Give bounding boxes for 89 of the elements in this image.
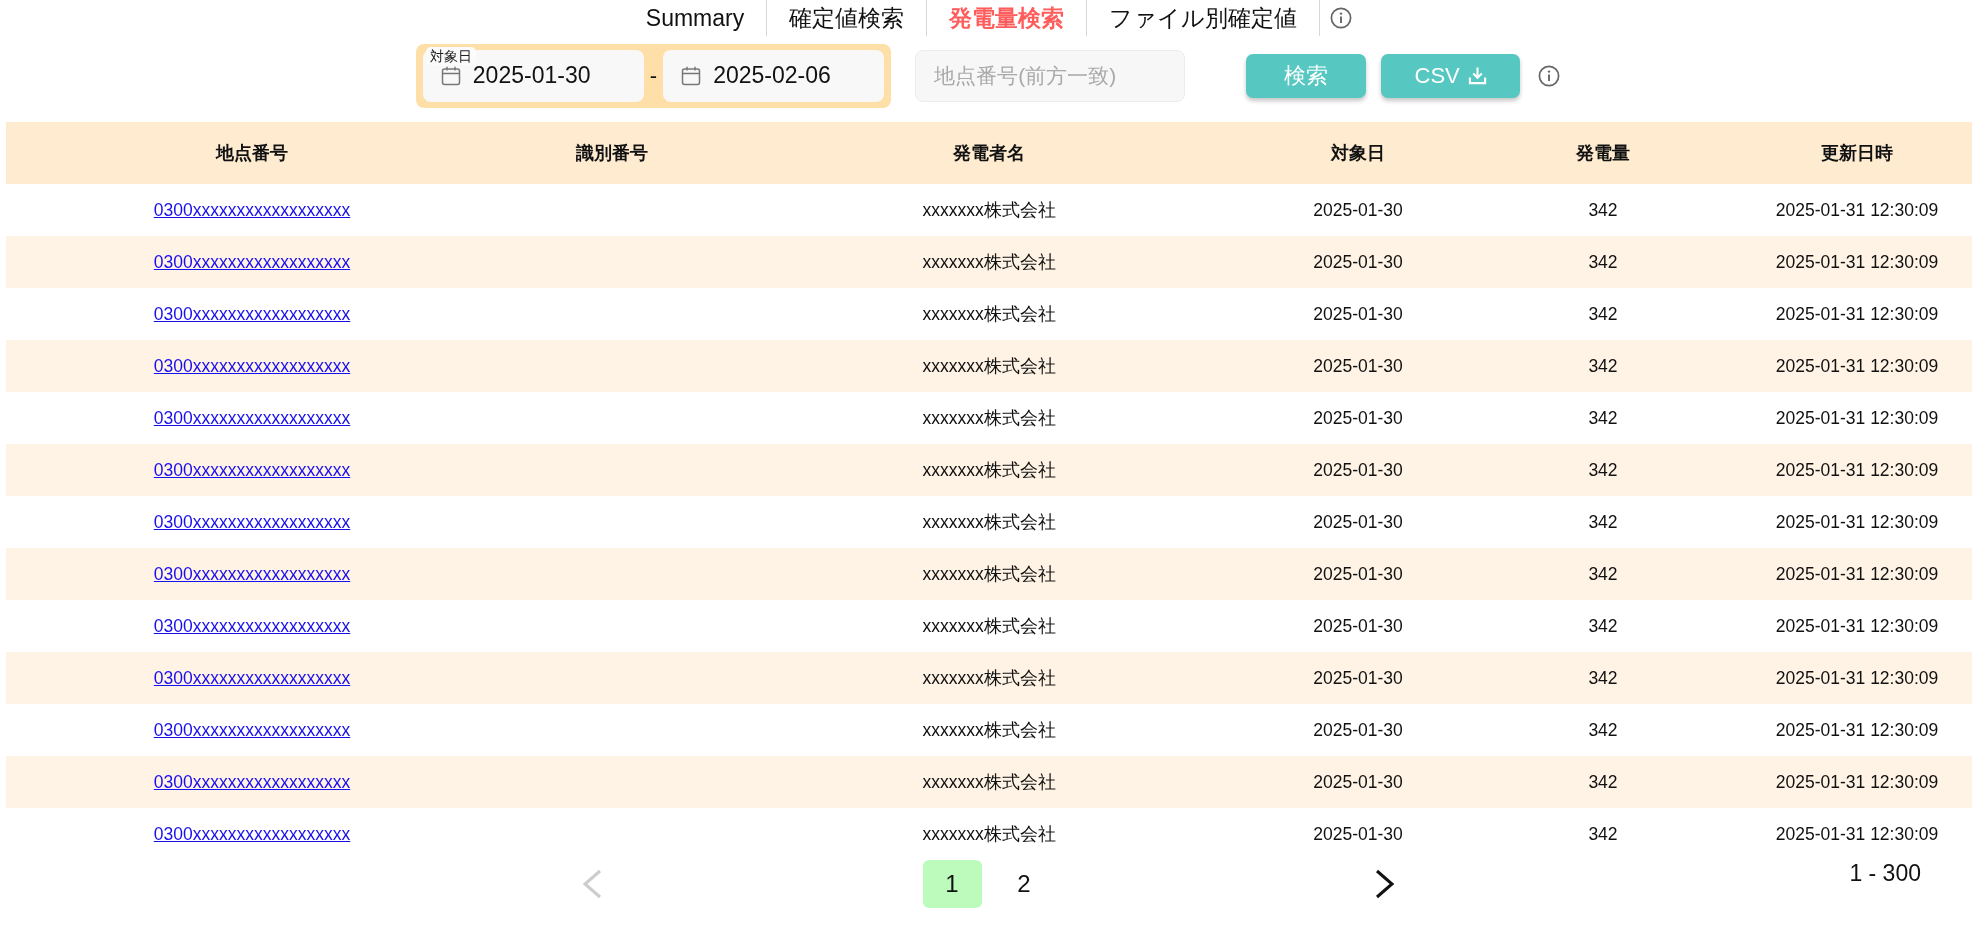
updated-at-cell: 2025-01-31 12:30:09 (1775, 823, 1939, 844)
date-cell: 2025-01-30 (1313, 563, 1403, 584)
field-label: 対象日 (425, 46, 476, 65)
generator-name-cell: xxxxxxx株式会社 (922, 616, 1056, 636)
column-header: 更新日時 (1821, 143, 1893, 163)
date-cell: 2025-01-30 (1313, 459, 1403, 480)
column-header: 発電量 (1576, 143, 1630, 163)
generator-name-cell: xxxxxxx株式会社 (922, 772, 1056, 792)
download-icon (1467, 66, 1487, 85)
amount-cell: 342 (1588, 459, 1618, 480)
updated-at-cell: 2025-01-31 12:30:09 (1775, 719, 1939, 740)
point-number-link[interactable]: 0300xxxxxxxxxxxxxxxxxx (153, 407, 351, 428)
date-cell: 2025-01-30 (1313, 303, 1403, 324)
generator-name-cell: xxxxxxx株式会社 (922, 668, 1056, 688)
page-button[interactable]: 2 (994, 860, 1054, 908)
updated-at-cell: 2025-01-31 12:30:09 (1775, 615, 1939, 636)
point-number-field[interactable]: 地点番号(前方一致) (915, 49, 1186, 102)
nav-tab[interactable]: Summary (623, 0, 768, 36)
generator-name-cell: xxxxxxx株式会社 (922, 356, 1056, 376)
date-cell: 2025-01-30 (1313, 719, 1403, 740)
date-cell: 2025-01-30 (1313, 667, 1403, 688)
amount-cell: 342 (1588, 563, 1618, 584)
range-separator: - (649, 62, 658, 89)
generator-name-cell: xxxxxxx株式会社 (922, 408, 1056, 428)
updated-at-cell: 2025-01-31 12:30:09 (1775, 251, 1939, 272)
date-cell: 2025-01-30 (1313, 251, 1403, 272)
point-number-link[interactable]: 0300xxxxxxxxxxxxxxxxxx (153, 199, 351, 220)
result-range: 1 - 300 (1849, 860, 1921, 887)
date-cell: 2025-01-30 (1313, 771, 1403, 792)
date-cell: 2025-01-30 (1313, 615, 1403, 636)
updated-at-cell: 2025-01-31 12:30:09 (1775, 303, 1939, 324)
date-cell: 2025-01-30 (1313, 823, 1403, 844)
updated-at-cell: 2025-01-31 12:30:09 (1775, 459, 1939, 480)
chevron-left-icon (580, 869, 603, 899)
column-header: 地点番号 (216, 143, 288, 163)
amount-cell: 342 (1588, 355, 1618, 376)
amount-cell: 342 (1588, 615, 1618, 636)
amount-cell: 342 (1588, 667, 1618, 688)
generator-name-cell: xxxxxxx株式会社 (922, 512, 1056, 532)
generator-name-cell: xxxxxxx株式会社 (922, 824, 1056, 844)
updated-at-cell: 2025-01-31 12:30:09 (1775, 355, 1939, 376)
updated-at-cell: 2025-01-31 12:30:09 (1775, 511, 1939, 532)
date-cell: 2025-01-30 (1313, 355, 1403, 376)
amount-cell: 342 (1588, 719, 1618, 740)
point-number-link[interactable]: 0300xxxxxxxxxxxxxxxxxx (153, 511, 351, 532)
date-cell: 2025-01-30 (1313, 511, 1403, 532)
generator-name-cell: xxxxxxx株式会社 (922, 564, 1056, 584)
amount-cell: 342 (1588, 199, 1618, 220)
point-number-link[interactable]: 0300xxxxxxxxxxxxxxxxxx (153, 251, 351, 272)
column-header: 対象日 (1331, 143, 1385, 163)
column-header: 識別番号 (576, 143, 648, 163)
nav-tab[interactable]: 確定値検索 (767, 0, 928, 36)
amount-cell: 342 (1588, 407, 1618, 428)
calendar-icon (681, 65, 702, 86)
page-button[interactable]: 1 (922, 860, 982, 908)
generator-name-cell: xxxxxxx株式会社 (922, 252, 1056, 272)
info-icon[interactable] (1538, 64, 1561, 87)
point-number-link[interactable]: 0300xxxxxxxxxxxxxxxxxx (153, 459, 351, 480)
generator-name-cell: xxxxxxx株式会社 (922, 720, 1056, 740)
calendar-icon (440, 65, 461, 86)
point-number-link[interactable]: 0300xxxxxxxxxxxxxxxxxx (153, 667, 351, 688)
info-icon[interactable] (1330, 7, 1353, 29)
generator-name-cell: xxxxxxx株式会社 (922, 200, 1056, 220)
updated-at-cell: 2025-01-31 12:30:09 (1775, 199, 1939, 220)
point-number-link[interactable]: 0300xxxxxxxxxxxxxxxxxx (153, 563, 351, 584)
updated-at-cell: 2025-01-31 12:30:09 (1775, 771, 1939, 792)
chevron-right-icon (1373, 869, 1396, 899)
column-header: 発電者名 (953, 143, 1025, 163)
point-number-link[interactable]: 0300xxxxxxxxxxxxxxxxxx (153, 771, 351, 792)
amount-cell: 342 (1588, 771, 1618, 792)
point-number-link[interactable]: 0300xxxxxxxxxxxxxxxxxx (153, 355, 351, 376)
next-page-button[interactable] (1373, 869, 1396, 899)
amount-cell: 342 (1588, 511, 1618, 532)
point-number-link[interactable]: 0300xxxxxxxxxxxxxxxxxx (153, 823, 351, 844)
date-cell: 2025-01-30 (1313, 407, 1403, 428)
generator-name-cell: xxxxxxx株式会社 (922, 460, 1056, 480)
generator-name-cell: xxxxxxx株式会社 (922, 304, 1056, 324)
nav-tab[interactable]: ファイル別確定値 (1087, 0, 1321, 36)
point-number-link[interactable]: 0300xxxxxxxxxxxxxxxxxx (153, 719, 351, 740)
amount-cell: 342 (1588, 303, 1618, 324)
updated-at-cell: 2025-01-31 12:30:09 (1775, 407, 1939, 428)
amount-cell: 342 (1588, 251, 1618, 272)
updated-at-cell: 2025-01-31 12:30:09 (1775, 563, 1939, 584)
updated-at-cell: 2025-01-31 12:30:09 (1775, 667, 1939, 688)
amount-cell: 342 (1588, 823, 1618, 844)
date-field[interactable]: 2025-02-06 (663, 49, 885, 102)
point-number-link[interactable]: 0300xxxxxxxxxxxxxxxxxx (153, 303, 351, 324)
point-number-link[interactable]: 0300xxxxxxxxxxxxxxxxxx (153, 615, 351, 636)
date-cell: 2025-01-30 (1313, 199, 1403, 220)
